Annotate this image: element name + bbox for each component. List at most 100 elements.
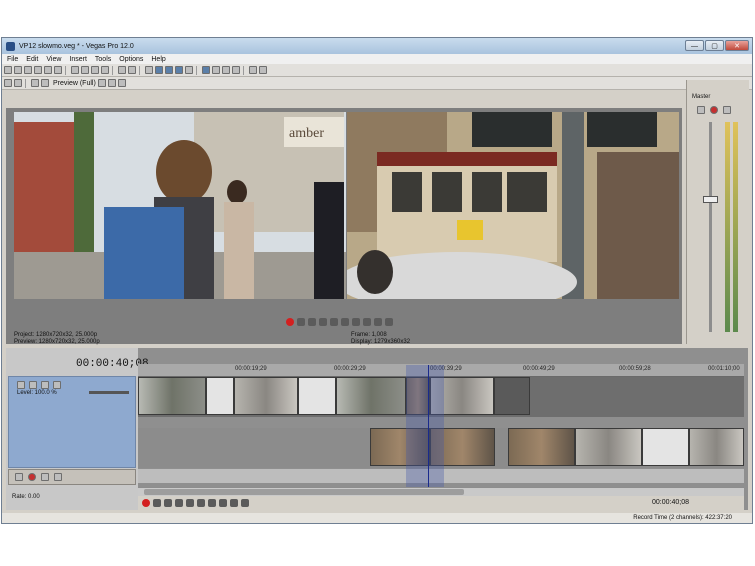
video-clip[interactable] <box>575 428 642 466</box>
open-file-icon[interactable] <box>14 66 22 74</box>
stop-icon[interactable] <box>197 499 205 507</box>
master-fx-icon[interactable] <box>697 106 705 114</box>
video-clip[interactable] <box>508 428 575 466</box>
scrollbar-thumb[interactable] <box>144 489 464 495</box>
split-screen-icon[interactable] <box>41 79 49 87</box>
audio-arm-record-icon[interactable] <box>15 473 23 481</box>
overlays-icon[interactable] <box>97 79 106 87</box>
maximize-button[interactable]: ▢ <box>705 40 724 51</box>
record-icon[interactable] <box>142 499 150 507</box>
master-solo-icon[interactable] <box>723 106 731 114</box>
copy-snapshot-icon[interactable] <box>107 79 116 87</box>
play-from-start-icon[interactable] <box>308 318 316 326</box>
save-icon[interactable] <box>24 66 32 74</box>
menu-tools[interactable]: Tools <box>95 56 111 63</box>
ripple-edit-icon[interactable] <box>165 66 173 74</box>
rewind-icon[interactable] <box>230 499 238 507</box>
audio-record-icon[interactable] <box>28 473 36 481</box>
display-info-text: Display: 1279x360x32 <box>351 339 411 345</box>
track-header-panel: 00:00:40;08 Level: 100.0 % Rate: 0.00 <box>6 348 149 510</box>
timeline-scrollbar[interactable] <box>138 487 744 496</box>
lock-envelopes-icon[interactable] <box>175 66 183 74</box>
redo-icon[interactable] <box>128 66 136 74</box>
save-snapshot-icon[interactable] <box>117 79 126 87</box>
track-fx-icon[interactable] <box>29 381 37 389</box>
record-icon[interactable] <box>286 318 294 326</box>
video-clip[interactable] <box>336 377 406 415</box>
video-clip[interactable] <box>234 377 298 415</box>
preview-frame-right <box>347 112 679 299</box>
menu-options[interactable]: Options <box>119 56 143 63</box>
menu-file[interactable]: File <box>7 56 18 63</box>
cut-icon[interactable] <box>71 66 79 74</box>
menu-insert[interactable]: Insert <box>69 56 87 63</box>
selection-tool-icon[interactable] <box>222 66 230 74</box>
go-to-end-icon[interactable] <box>363 318 371 326</box>
project-properties-icon[interactable] <box>4 79 12 87</box>
video-clip[interactable] <box>689 428 744 466</box>
help-icon[interactable] <box>249 66 257 74</box>
rate-label: Rate: 0.00 <box>12 494 40 500</box>
previous-frame-icon[interactable] <box>374 318 382 326</box>
track-mute-icon[interactable] <box>41 381 49 389</box>
fast-forward-icon[interactable] <box>241 499 249 507</box>
save-as-icon[interactable] <box>34 66 42 74</box>
video-clip[interactable] <box>494 377 530 415</box>
master-meter-left <box>725 122 730 332</box>
loop-icon[interactable] <box>297 318 305 326</box>
ignore-grouping-icon[interactable] <box>185 66 193 74</box>
go-to-start-icon[interactable] <box>352 318 360 326</box>
video-clip[interactable] <box>206 377 234 415</box>
preview-toolbar: Preview (Full) <box>2 77 752 90</box>
zoom-tool-icon[interactable] <box>232 66 240 74</box>
cable-car-image <box>347 112 679 299</box>
pause-icon[interactable] <box>330 318 338 326</box>
timeline-transport: 00:00:40;08 <box>138 496 744 510</box>
auto-crossfade-icon[interactable] <box>155 66 163 74</box>
project-info: Project: 1280x720x32, 25.000p Preview: 1… <box>14 332 100 346</box>
minimize-button[interactable]: — <box>685 40 704 51</box>
go-to-end-icon[interactable] <box>219 499 227 507</box>
video-clip[interactable] <box>138 377 206 415</box>
track-level-slider[interactable] <box>89 391 129 394</box>
normal-edit-tool-icon[interactable] <box>202 66 210 74</box>
go-to-start-icon[interactable] <box>208 499 216 507</box>
loop-region[interactable] <box>406 365 444 487</box>
paste-icon[interactable] <box>91 66 99 74</box>
playhead-cursor[interactable] <box>428 365 429 487</box>
snapping-icon[interactable] <box>145 66 153 74</box>
menu-edit[interactable]: Edit <box>26 56 38 63</box>
master-fader-handle[interactable] <box>703 196 718 203</box>
video-fx-icon[interactable] <box>31 79 39 87</box>
menu-view[interactable]: View <box>46 56 61 63</box>
video-clip[interactable] <box>642 428 689 466</box>
street-scene-image: amber <box>14 112 346 299</box>
audio-fx-icon[interactable] <box>41 473 49 481</box>
play-icon[interactable] <box>175 499 183 507</box>
whats-this-icon[interactable] <box>259 66 267 74</box>
master-mute-icon[interactable] <box>710 106 718 114</box>
play-icon[interactable] <box>319 318 327 326</box>
envelope-tool-icon[interactable] <box>212 66 220 74</box>
external-monitor-icon[interactable] <box>14 79 22 87</box>
render-icon[interactable] <box>44 66 52 74</box>
preview-quality-dropdown[interactable]: Preview (Full) <box>53 80 96 87</box>
delete-icon[interactable] <box>101 66 109 74</box>
pause-icon[interactable] <box>186 499 194 507</box>
video-track-header[interactable]: Level: 100.0 % <box>8 376 136 468</box>
track-solo-icon[interactable] <box>53 381 61 389</box>
new-file-icon[interactable] <box>4 66 12 74</box>
properties-icon[interactable] <box>54 66 62 74</box>
close-button[interactable]: ✕ <box>725 40 749 51</box>
next-frame-icon[interactable] <box>385 318 393 326</box>
track-motion-icon[interactable] <box>17 381 25 389</box>
play-from-start-icon[interactable] <box>164 499 172 507</box>
undo-icon[interactable] <box>118 66 126 74</box>
menu-help[interactable]: Help <box>151 56 165 63</box>
stop-icon[interactable] <box>341 318 349 326</box>
loop-icon[interactable] <box>153 499 161 507</box>
copy-icon[interactable] <box>81 66 89 74</box>
audio-mute-icon[interactable] <box>54 473 62 481</box>
video-clip[interactable] <box>298 377 336 415</box>
audio-track-header[interactable] <box>8 469 136 485</box>
